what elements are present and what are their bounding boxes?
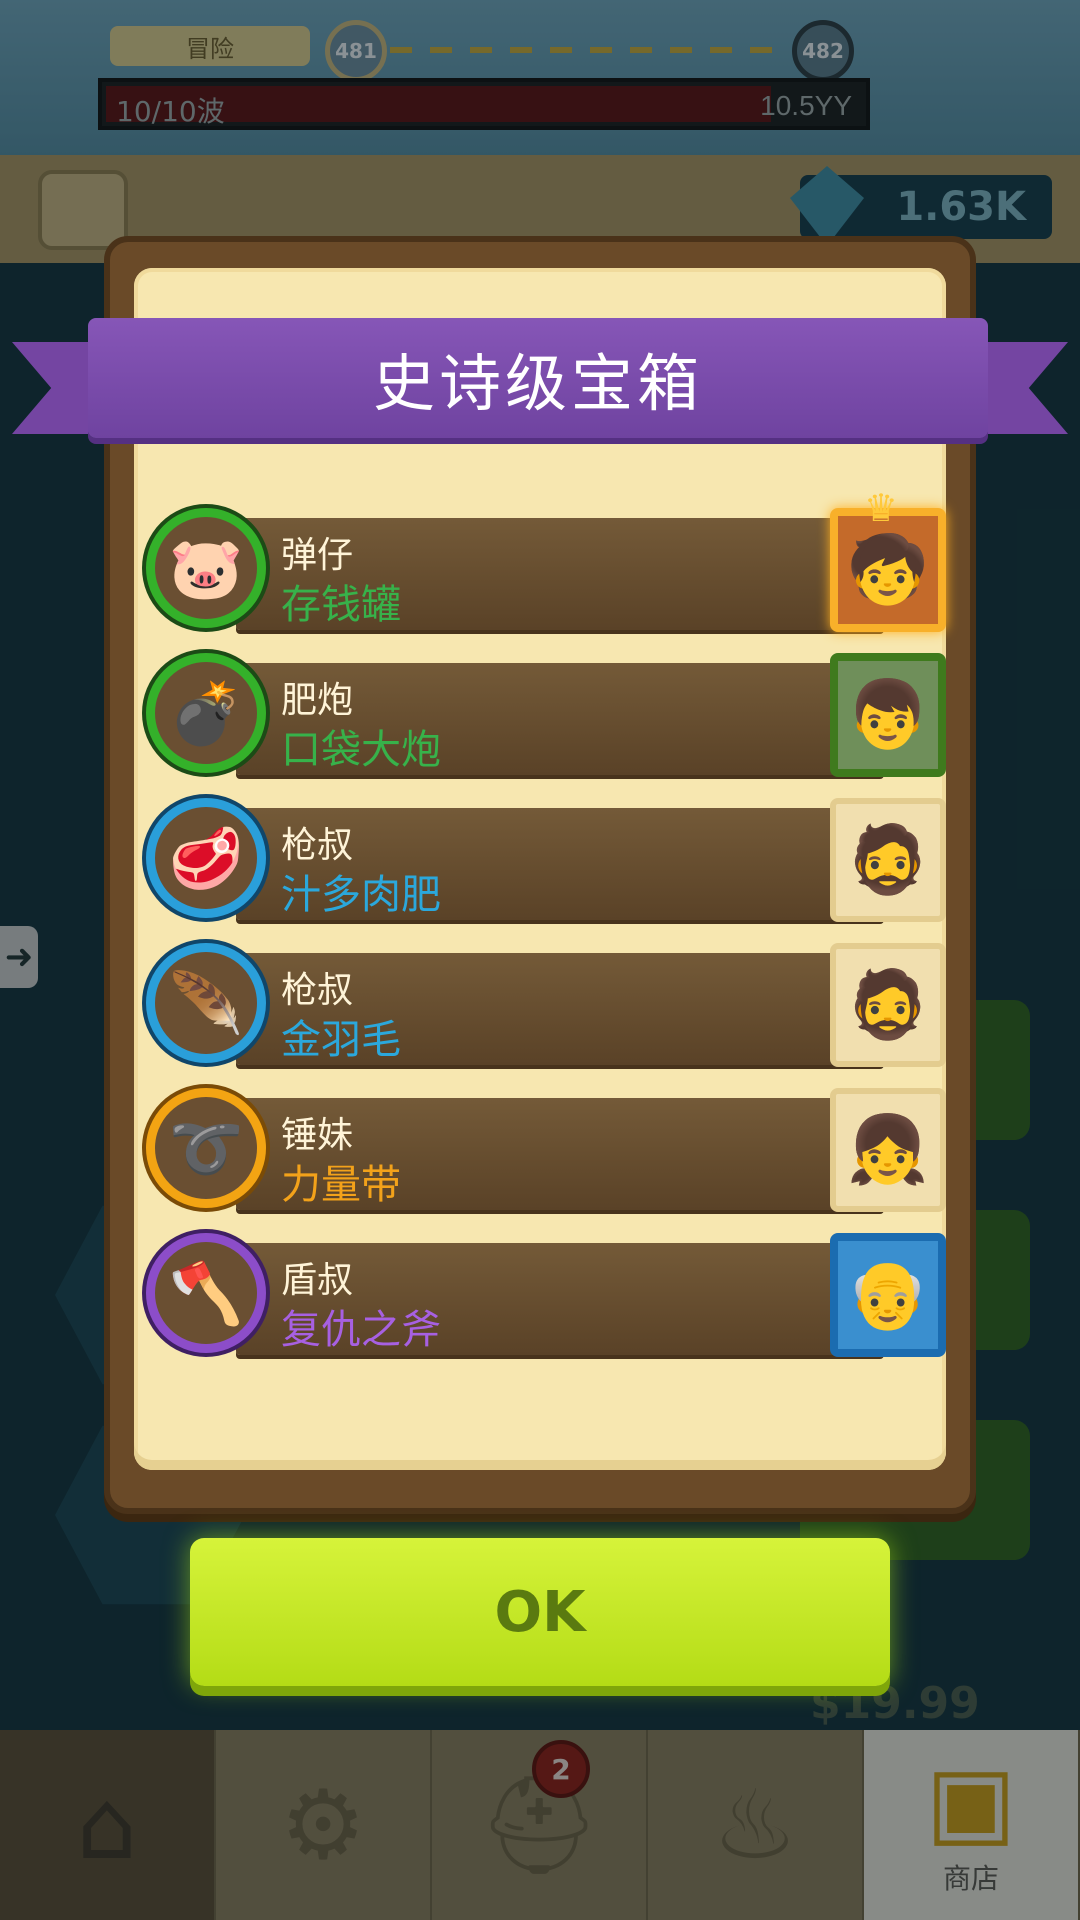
hero-name: 枪叔	[281, 825, 354, 866]
hero-name: 盾叔	[281, 1260, 354, 1301]
reward-list: 🐷 弹仔 存钱罐 🧒 ♛ 💣 肥炮 口袋大炮 👦 🥩 枪叔 汁多肉肥 🧔 🪶 枪…	[146, 486, 952, 1370]
reward-row: 💣 肥炮 口袋大炮 👦	[146, 645, 952, 790]
reward-row: 🐷 弹仔 存钱罐 🧒 ♛	[146, 486, 952, 645]
piggy-bank-icon: 🐷	[146, 508, 266, 628]
item-name: 复仇之斧	[281, 1307, 441, 1353]
hero-name: 弹仔	[281, 535, 354, 576]
reward-row: 🥩 枪叔 汁多肉肥 🧔	[146, 790, 952, 935]
meat-icon: 🥩	[146, 798, 266, 918]
hero-portrait: 🧔	[830, 798, 946, 922]
hero-name: 肥炮	[281, 680, 354, 721]
axe-icon: 🪓	[146, 1233, 266, 1353]
reward-row: 🪶 枪叔 金羽毛 🧔	[146, 935, 952, 1080]
item-name: 口袋大炮	[281, 727, 441, 773]
hero-portrait: 👴	[830, 1233, 946, 1357]
item-name: 金羽毛	[281, 1017, 401, 1063]
title-ribbon: 史诗级宝箱	[88, 318, 988, 438]
belt-icon: ➰	[146, 1088, 266, 1208]
hero-name: 枪叔	[281, 970, 354, 1011]
hero-portrait: 👦	[830, 653, 946, 777]
reward-row: ➰ 锤妹 力量带 👧	[146, 1080, 952, 1225]
hero-portrait: 👧	[830, 1088, 946, 1212]
item-name: 存钱罐	[281, 582, 401, 628]
ok-button-label: OK	[494, 1579, 586, 1645]
feather-icon: 🪶	[146, 943, 266, 1063]
ok-button[interactable]: OK	[190, 1538, 890, 1686]
modal-title: 史诗级宝箱	[372, 347, 703, 420]
item-name: 汁多肉肥	[281, 872, 441, 918]
reward-row: 🪓 盾叔 复仇之斧 👴	[146, 1225, 952, 1370]
item-name: 力量带	[281, 1162, 401, 1208]
cannon-icon: 💣	[146, 653, 266, 773]
hero-portrait: 🧔	[830, 943, 946, 1067]
hero-name: 锤妹	[281, 1115, 354, 1156]
crown-icon: ♛	[864, 486, 899, 530]
